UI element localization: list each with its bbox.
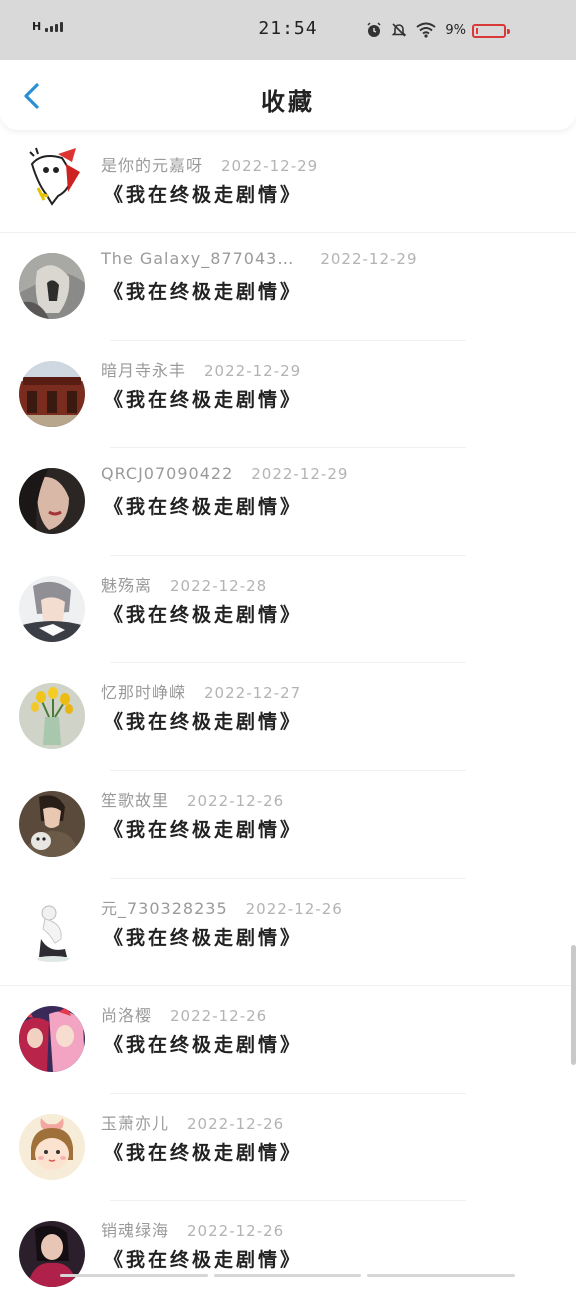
page-title: 收藏 [261,88,315,116]
avatar [19,253,85,319]
user-name: The Galaxy_877043… 2022-12-29 [101,249,418,268]
mute-icon [391,23,407,37]
gesture-bar [60,1274,516,1280]
user-name: 是你的元嘉呀 2022-12-29 [101,156,319,175]
date: 2022-12-26 [187,1114,285,1133]
book-title: 《我在终极走剧情》 [104,711,303,734]
date: 2022-12-29 [320,250,418,268]
date: 2022-12-29 [251,465,349,484]
avatar [19,898,85,965]
date: 2022-12-27 [204,684,302,703]
book-title: 《我在终极走剧情》 [104,281,303,303]
list-item[interactable]: 忆那时峥嵘 2022-12-27 《我在终极走剧情》 [0,663,576,771]
avatar [19,360,85,427]
user-name: 暗月寺永丰 2022-12-29 [101,360,302,380]
wifi-icon [416,22,436,38]
avatar [19,468,85,535]
list-item[interactable]: 尚洛樱 2022-12-26 《我在终极走剧情》 [0,986,576,1094]
user-name: 忆那时峥嵘 2022-12-27 [101,683,302,703]
date: 2022-12-26 [187,1222,285,1241]
favorites-list: 是你的元嘉呀 2022-12-29 《我在终极走剧情》 The Galaxy_87… [0,134,576,1309]
user-name: 笙歌故里 2022-12-26 [101,790,285,810]
user-name: 魅殇离 2022-12-28 [101,575,268,595]
book-title: 《我在终极走剧情》 [104,603,303,626]
date: 2022-12-26 [170,1007,268,1026]
list-item[interactable]: QRCJ07090422 2022-12-29 《我在终极走剧情》 [0,448,576,556]
list-item[interactable]: 笙歌故里 2022-12-26 《我在终极走剧情》 [0,771,576,879]
date: 2022-12-29 [221,157,319,175]
book-title: 《我在终极走剧情》 [104,1249,303,1272]
avatar [19,575,85,642]
status-icons: 9% [366,22,466,38]
list-item[interactable]: 是你的元嘉呀 2022-12-29 《我在终极走剧情》 [0,134,576,233]
user-name: 销魂绿海 2022-12-26 [101,1221,285,1241]
user-name: QRCJ07090422 2022-12-29 [101,464,349,484]
list-item[interactable]: 暗月寺永丰 2022-12-29 《我在终极走剧情》 [0,341,576,449]
list-item[interactable]: The Galaxy_877043… 2022-12-29 《我在终极走剧情》 [0,233,576,341]
alarm-icon [367,22,381,37]
scrollbar[interactable] [571,945,576,1065]
avatar [19,790,85,857]
list-item[interactable]: 销魂绿海 2022-12-26 《我在终极走剧情》 [0,1201,576,1309]
battery-fill [476,28,478,34]
header: 收藏 [0,60,576,130]
battery-tip [507,29,510,34]
book-title: 《我在终极走剧情》 [104,818,303,841]
book-title: 《我在终极走剧情》 [104,926,303,949]
list-item[interactable]: 魅殇离 2022-12-28 《我在终极走剧情》 [0,556,576,664]
avatar [19,683,85,750]
list-item[interactable]: 玉萧亦儿 2022-12-26 《我在终极走剧情》 [0,1094,576,1202]
avatar [19,1006,85,1073]
avatar [22,144,88,210]
date: 2022-12-29 [204,361,302,380]
date: 2022-12-26 [187,791,285,810]
book-title: 《我在终极走剧情》 [104,184,303,206]
list-item[interactable]: 元_730328235 2022-12-26 《我在终极走剧情》 [0,879,576,987]
date: 2022-12-26 [245,899,343,918]
book-title: 《我在终极走剧情》 [104,388,303,411]
book-title: 《我在终极走剧情》 [104,1141,303,1164]
battery-percentage: 9% [445,22,466,38]
date: 2022-12-28 [170,576,268,595]
user-name: 元_730328235 2022-12-26 [101,898,343,918]
book-title: 《我在终极走剧情》 [104,496,303,519]
user-name: 尚洛樱 2022-12-26 [101,1006,268,1026]
status-bar: H 21:54 9% [0,0,576,60]
battery-icon [472,24,506,38]
avatar [19,1113,85,1180]
book-title: 《我在终极走剧情》 [104,1034,303,1057]
user-name: 玉萧亦儿 2022-12-26 [101,1113,285,1133]
